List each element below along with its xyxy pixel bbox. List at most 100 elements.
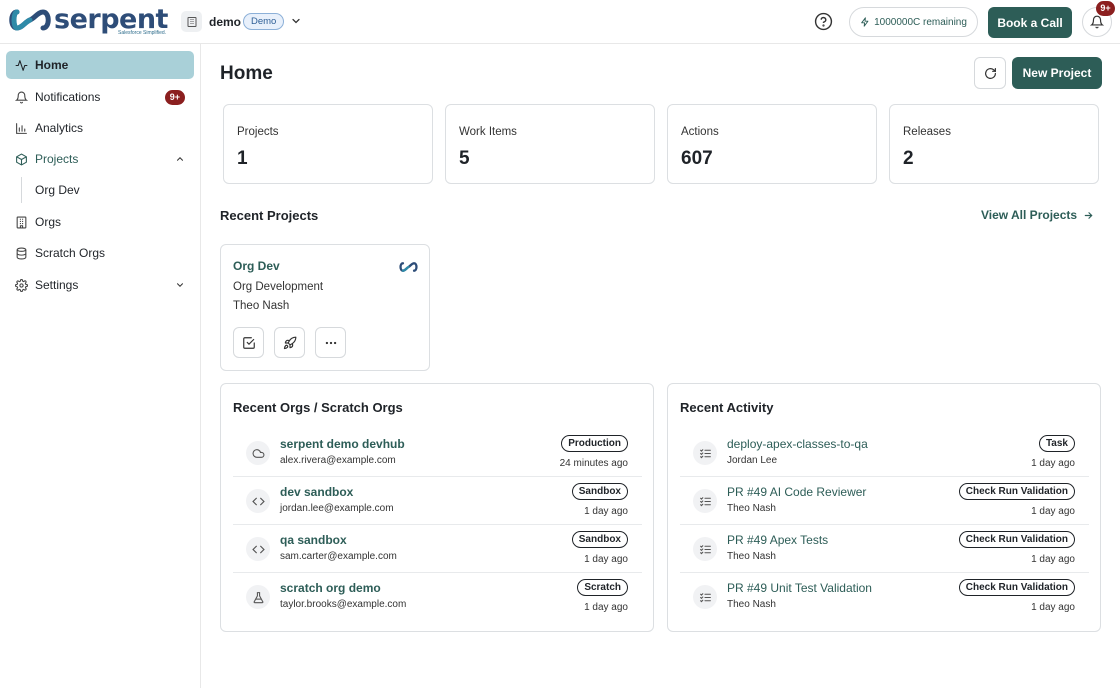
chevron-down-icon[interactable] (175, 280, 185, 290)
code-icon (246, 537, 270, 561)
project-card-org-dev[interactable]: Org Dev Org Development Theo Nash (220, 244, 430, 371)
help-icon[interactable] (814, 12, 833, 31)
sidebar-item-analytics[interactable]: Analytics (6, 114, 194, 142)
org-email: alex.rivera@example.com (280, 455, 396, 466)
workspace-chevron-down-icon[interactable] (290, 15, 302, 27)
new-project-button[interactable]: New Project (1012, 57, 1102, 89)
org-name[interactable]: serpent demo devhub (280, 437, 405, 451)
more-options-button[interactable] (315, 327, 346, 358)
sidebar-item-settings[interactable]: Settings (6, 271, 194, 299)
org-row[interactable]: qa sandbox sam.carter@example.com Sandbo… (233, 528, 642, 576)
credits-text: 1000000C remaining (874, 16, 967, 28)
activity-row[interactable]: deploy-apex-classes-to-qa Jordan Lee Tas… (680, 432, 1089, 480)
org-type-badge: Scratch (577, 579, 628, 596)
serpent-logo[interactable]: serpent Salesforce Simplified. (8, 6, 168, 38)
row-divider (680, 572, 1089, 573)
sidebar-item-projects[interactable]: Projects (6, 145, 194, 173)
refresh-button[interactable] (974, 57, 1006, 89)
project-name[interactable]: Org Dev (233, 259, 280, 273)
check-square-icon (242, 336, 255, 349)
project-owner: Theo Nash (233, 300, 290, 312)
sidebar-item-home[interactable]: Home (6, 51, 194, 79)
org-row[interactable]: scratch org demo taylor.brooks@example.c… (233, 576, 642, 624)
activity-name[interactable]: deploy-apex-classes-to-qa (727, 437, 868, 451)
building-icon (16, 216, 27, 228)
activity-row[interactable]: PR #49 AI Code Reviewer Theo Nash Check … (680, 480, 1089, 528)
org-timestamp: 1 day ago (584, 506, 628, 517)
bell-icon (1090, 15, 1104, 29)
activity-type-badge: Check Run Validation (958, 579, 1075, 596)
activity-timestamp: 1 day ago (1031, 458, 1075, 469)
org-email: taylor.brooks@example.com (280, 599, 407, 610)
org-name[interactable]: qa sandbox (280, 533, 347, 547)
activity-name[interactable]: PR #49 Unit Test Validation (727, 581, 872, 595)
notifications-badge: 9+ (164, 90, 185, 105)
serpent-logo-icon (9, 9, 51, 31)
stat-card-actions[interactable]: Actions 607 (667, 104, 877, 184)
work-items-button[interactable] (233, 327, 264, 358)
org-timestamp: 1 day ago (584, 602, 628, 613)
activity-row[interactable]: PR #49 Apex Tests Theo Nash Check Run Va… (680, 528, 1089, 576)
more-horizontal-icon (325, 341, 336, 344)
org-type-badge: Production (561, 435, 628, 452)
book-a-call-button[interactable]: Book a Call (988, 7, 1072, 38)
sidebar-item-notifications[interactable]: Notifications 9+ (6, 83, 194, 111)
activity-row[interactable]: PR #49 Unit Test Validation Theo Nash Ch… (680, 576, 1089, 624)
view-all-projects-link[interactable]: View All Projects (981, 208, 1094, 222)
stat-value: 5 (459, 148, 470, 169)
releases-button[interactable] (274, 327, 305, 358)
sidebar-item-scratch-orgs[interactable]: Scratch Orgs (6, 239, 194, 267)
serpent-logo-icon (399, 262, 418, 272)
sidebar-item-orgs[interactable]: Orgs (6, 208, 194, 236)
org-row[interactable]: dev sandbox jordan.lee@example.com Sandb… (233, 480, 642, 528)
arrow-right-icon (1084, 211, 1093, 219)
activity-name[interactable]: PR #49 AI Code Reviewer (727, 485, 866, 499)
list-checks-icon (693, 537, 717, 561)
workspace-badge: Demo (243, 13, 285, 30)
page-title: Home (220, 63, 273, 84)
notifications-count-badge: 9+ (1096, 1, 1115, 16)
stat-value: 1 (237, 148, 248, 169)
stat-label: Releases (903, 126, 951, 138)
lightning-icon (861, 17, 869, 27)
sidebar-subitem-org-dev[interactable]: Org Dev (35, 183, 80, 197)
list-checks-icon (693, 489, 717, 513)
org-name[interactable]: scratch org demo (280, 581, 381, 595)
submenu-divider (21, 177, 22, 203)
sidebar-item-label: Settings (35, 278, 79, 292)
workspace-building-icon[interactable] (181, 11, 202, 32)
chevron-up-icon[interactable] (175, 154, 185, 164)
workspace-name[interactable]: demo (209, 15, 241, 29)
credits-remaining-pill[interactable]: 1000000C remaining (849, 7, 978, 37)
activity-user: Jordan Lee (727, 455, 778, 466)
org-row[interactable]: serpent demo devhub alex.rivera@example.… (233, 432, 642, 480)
org-type-badge: Sandbox (571, 531, 628, 548)
row-divider (233, 524, 642, 525)
activity-type-badge: Check Run Validation (958, 483, 1075, 500)
activity-timestamp: 1 day ago (1031, 554, 1075, 565)
database-icon (16, 247, 27, 259)
row-divider (680, 524, 1089, 525)
stat-card-work-items[interactable]: Work Items 5 (445, 104, 655, 184)
org-name[interactable]: dev sandbox (280, 485, 353, 499)
activity-icon (15, 59, 28, 71)
row-divider (233, 572, 642, 573)
recent-orgs-panel: Recent Orgs / Scratch Orgs serpent demo … (220, 383, 654, 632)
cloud-icon (246, 441, 270, 465)
list-checks-icon (693, 585, 717, 609)
org-timestamp: 24 minutes ago (559, 458, 628, 469)
stat-card-projects[interactable]: Projects 1 (223, 104, 433, 184)
sidebar-item-label: Scratch Orgs (35, 246, 106, 260)
activity-name[interactable]: PR #49 Apex Tests (727, 533, 828, 547)
project-type: Org Development (233, 281, 324, 293)
org-email: jordan.lee@example.com (280, 503, 394, 514)
stat-value: 2 (903, 148, 914, 169)
row-divider (680, 476, 1089, 477)
stat-card-releases[interactable]: Releases 2 (889, 104, 1099, 184)
top-bar: serpent Salesforce Simplified. demo Demo… (0, 0, 1120, 44)
sidebar: Home Notifications 9+ Analytics Projects… (0, 44, 201, 688)
recent-activity-title: Recent Activity (680, 400, 774, 415)
activity-user: Theo Nash (727, 599, 776, 610)
gear-icon (15, 278, 28, 292)
stat-value: 607 (681, 148, 713, 169)
